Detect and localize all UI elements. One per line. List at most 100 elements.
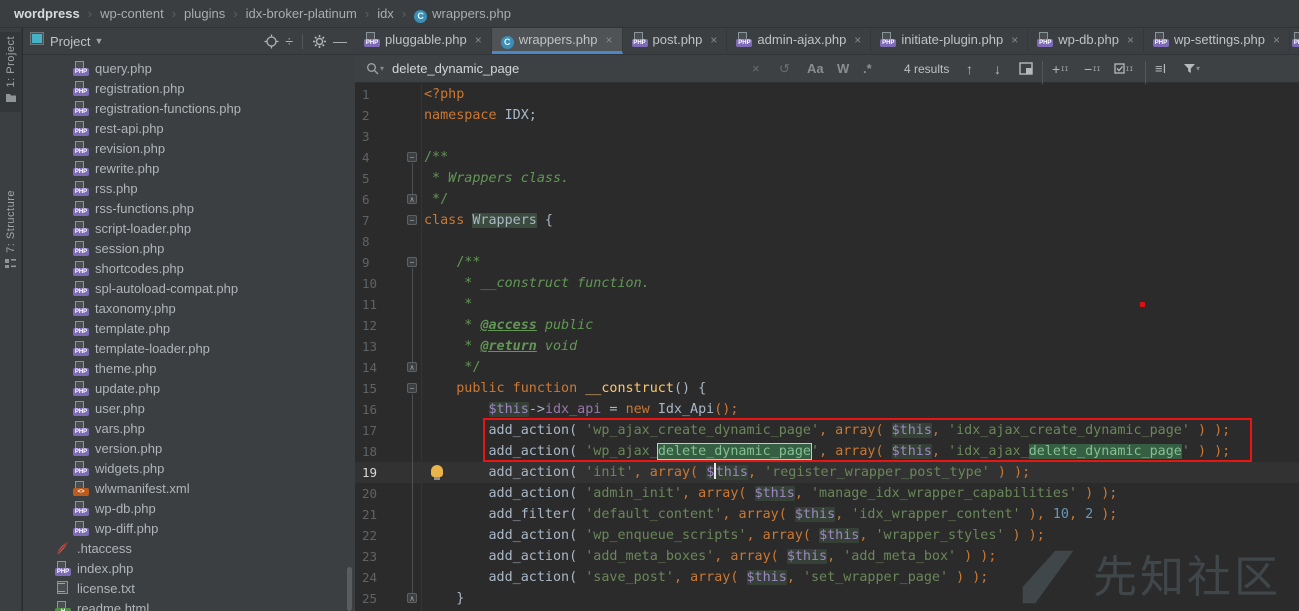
code-line-16[interactable]: 16 $this->idx_api = new Idx_Api(); bbox=[355, 399, 1299, 420]
regex-toggle[interactable]: .* bbox=[863, 55, 872, 82]
line-number[interactable]: 23 bbox=[362, 546, 402, 567]
intention-bulb-icon[interactable] bbox=[431, 465, 443, 477]
fold-start-icon[interactable]: − bbox=[407, 215, 417, 225]
code-line-25[interactable]: 25∧ } bbox=[355, 588, 1299, 609]
fold-end-icon[interactable]: ∧ bbox=[407, 194, 417, 204]
close-tab-icon[interactable]: × bbox=[854, 33, 861, 47]
tree-item-rss-functions-php[interactable]: PHPrss-functions.php bbox=[23, 198, 355, 218]
tree-item-query-php[interactable]: PHPquery.php bbox=[23, 58, 355, 78]
tree-item-wp-db-php[interactable]: PHPwp-db.php bbox=[23, 498, 355, 518]
code-line-24[interactable]: 24 add_action( 'save_post', array( $this… bbox=[355, 567, 1299, 588]
fold-start-icon[interactable]: − bbox=[407, 152, 417, 162]
code-line-21[interactable]: 21 add_filter( 'default_content', array(… bbox=[355, 504, 1299, 525]
line-number[interactable]: 18 bbox=[362, 441, 402, 462]
tree-item-index-php[interactable]: PHPindex.php bbox=[23, 558, 355, 578]
search-icon[interactable]: ▾ bbox=[366, 55, 384, 82]
line-number[interactable]: 10 bbox=[362, 273, 402, 294]
filter-icon[interactable]: ▾ bbox=[1183, 55, 1200, 82]
line-number[interactable]: 19 bbox=[362, 462, 402, 483]
tree-item-revision-php[interactable]: PHPrevision.php bbox=[23, 138, 355, 158]
code-line-13[interactable]: 13 * @return void bbox=[355, 336, 1299, 357]
line-number[interactable]: 24 bbox=[362, 567, 402, 588]
tree-item-script-loader-php[interactable]: PHPscript-loader.php bbox=[23, 218, 355, 238]
line-number[interactable]: 21 bbox=[362, 504, 402, 525]
chevron-down-icon[interactable]: ▼ bbox=[94, 36, 103, 46]
multiline-search-icon[interactable]: ≡I bbox=[1155, 55, 1166, 82]
code-line-5[interactable]: 5 * Wrappers class. bbox=[355, 168, 1299, 189]
code-line-4[interactable]: 4−/** bbox=[355, 147, 1299, 168]
editor-tab-initiate-plugin-php[interactable]: PHPinitiate-plugin.php× bbox=[871, 28, 1028, 54]
code-line-14[interactable]: 14∧ */ bbox=[355, 357, 1299, 378]
tree-item-user-php[interactable]: PHPuser.php bbox=[23, 398, 355, 418]
editor-tab-wrappers-php[interactable]: Cwrappers.php× bbox=[492, 28, 623, 54]
tree-item-rss-php[interactable]: PHPrss.php bbox=[23, 178, 355, 198]
close-tab-icon[interactable]: × bbox=[606, 33, 613, 47]
code-line-10[interactable]: 10 * __construct function. bbox=[355, 273, 1299, 294]
fold-end-icon[interactable]: ∧ bbox=[407, 593, 417, 603]
code-line-6[interactable]: 6∧ */ bbox=[355, 189, 1299, 210]
editor-tab-pluggable-php[interactable]: PHPpluggable.php× bbox=[355, 28, 492, 54]
line-number[interactable]: 12 bbox=[362, 315, 402, 336]
tree-item-theme-php[interactable]: PHPtheme.php bbox=[23, 358, 355, 378]
fold-end-icon[interactable]: ∧ bbox=[407, 362, 417, 372]
tree-item--htaccess[interactable]: .htaccess bbox=[23, 538, 355, 558]
clear-search-icon[interactable]: × bbox=[752, 55, 760, 82]
line-number[interactable]: 13 bbox=[362, 336, 402, 357]
collapse-all-icon[interactable]: ÷ bbox=[285, 34, 293, 48]
code-line-18[interactable]: 18 add_action( 'wp_ajax_delete_dynamic_p… bbox=[355, 441, 1299, 462]
line-number[interactable]: 11 bbox=[362, 294, 402, 315]
code-line-19[interactable]: 19 add_action( 'init', array( $this, 're… bbox=[355, 462, 1299, 483]
tree-item-taxonomy-php[interactable]: PHPtaxonomy.php bbox=[23, 298, 355, 318]
tree-item-shortcodes-php[interactable]: PHPshortcodes.php bbox=[23, 258, 355, 278]
breadcrumb-item[interactable]: idx-broker-platinum bbox=[246, 6, 357, 21]
line-number[interactable]: 7 bbox=[362, 210, 402, 231]
add-occurrence-icon[interactable]: +ɪɪ bbox=[1052, 55, 1069, 82]
code-line-9[interactable]: 9− /** bbox=[355, 252, 1299, 273]
locate-icon[interactable] bbox=[264, 34, 279, 49]
hide-panel-icon[interactable]: — bbox=[333, 34, 347, 48]
line-number[interactable]: 6 bbox=[362, 189, 402, 210]
code-line-2[interactable]: 2namespace IDX; bbox=[355, 105, 1299, 126]
code-editor[interactable]: 1<?php2namespace IDX;34−/**5 * Wrappers … bbox=[355, 84, 1299, 611]
tool-window-button-project[interactable]: 1: Project bbox=[0, 32, 22, 112]
search-history-icon[interactable]: ↺ bbox=[779, 55, 790, 82]
code-line-3[interactable]: 3 bbox=[355, 126, 1299, 147]
line-number[interactable]: 16 bbox=[362, 399, 402, 420]
line-number[interactable]: 3 bbox=[362, 126, 402, 147]
line-number[interactable]: 9 bbox=[362, 252, 402, 273]
tree-item-wp-diff-php[interactable]: PHPwp-diff.php bbox=[23, 518, 355, 538]
tree-item-template-loader-php[interactable]: PHPtemplate-loader.php bbox=[23, 338, 355, 358]
line-number[interactable]: 15 bbox=[362, 378, 402, 399]
close-tab-icon[interactable]: × bbox=[710, 33, 717, 47]
line-number[interactable]: 25 bbox=[362, 588, 402, 609]
editor-tab-post-php[interactable]: PHPpost.php× bbox=[623, 28, 728, 54]
tree-item-rest-api-php[interactable]: PHPrest-api.php bbox=[23, 118, 355, 138]
code-line-17[interactable]: 17 add_action( 'wp_ajax_create_dynamic_p… bbox=[355, 420, 1299, 441]
tree-item-update-php[interactable]: PHPupdate.php bbox=[23, 378, 355, 398]
line-number[interactable]: 17 bbox=[362, 420, 402, 441]
breadcrumb-item[interactable]: wp-content bbox=[100, 6, 164, 21]
close-tab-icon[interactable]: × bbox=[1273, 33, 1280, 47]
fold-start-icon[interactable]: − bbox=[407, 383, 417, 393]
close-tab-icon[interactable]: × bbox=[1011, 33, 1018, 47]
line-number[interactable]: 22 bbox=[362, 525, 402, 546]
code-line-7[interactable]: 7−class Wrappers { bbox=[355, 210, 1299, 231]
search-input[interactable]: delete_dynamic_page bbox=[392, 55, 519, 82]
tree-scrollbar[interactable] bbox=[347, 567, 352, 611]
line-number[interactable]: 5 bbox=[362, 168, 402, 189]
tree-item-widgets-php[interactable]: PHPwidgets.php bbox=[23, 458, 355, 478]
match-case-toggle[interactable]: Aa bbox=[807, 55, 824, 82]
code-line-11[interactable]: 11 * bbox=[355, 294, 1299, 315]
code-line-23[interactable]: 23 add_action( 'add_meta_boxes', array( … bbox=[355, 546, 1299, 567]
code-line-22[interactable]: 22 add_action( 'wp_enqueue_scripts', arr… bbox=[355, 525, 1299, 546]
line-number[interactable]: 1 bbox=[362, 84, 402, 105]
code-line-12[interactable]: 12 * @access public bbox=[355, 315, 1299, 336]
editor-tab-wp-settings-php[interactable]: PHPwp-settings.php× bbox=[1144, 28, 1290, 54]
tree-item-license-txt[interactable]: license.txt bbox=[23, 578, 355, 598]
words-toggle[interactable]: W bbox=[837, 55, 849, 82]
tree-item-version-php[interactable]: PHPversion.php bbox=[23, 438, 355, 458]
line-number[interactable]: 4 bbox=[362, 147, 402, 168]
tree-item-wlwmanifest-xml[interactable]: <>wlwmanifest.xml bbox=[23, 478, 355, 498]
tree-item-registration-functions-php[interactable]: PHPregistration-functions.php bbox=[23, 98, 355, 118]
code-line-20[interactable]: 20 add_action( 'admin_init', array( $thi… bbox=[355, 483, 1299, 504]
